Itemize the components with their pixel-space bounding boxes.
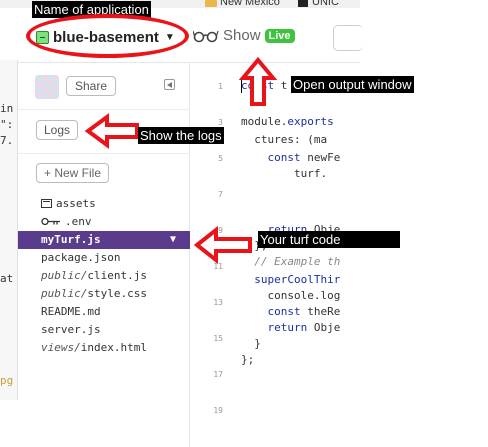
file-name: myTurf.js — [41, 233, 101, 246]
code-line: return Obje — [241, 321, 341, 334]
bookmark-folder-icon — [205, 0, 217, 7]
code-token: newFe — [300, 151, 341, 164]
code-line: console.log — [241, 289, 341, 302]
file-item-index-html[interactable]: views/index.html — [18, 339, 190, 357]
line-number: 3 — [218, 118, 223, 127]
file-name: style.css — [87, 287, 147, 300]
line-number: 11 — [213, 262, 223, 271]
avatar[interactable] — [35, 75, 59, 99]
file-item-package-json[interactable]: package.json — [18, 249, 190, 267]
sliver-text: pg — [0, 374, 14, 387]
code-token: Obje — [307, 321, 341, 334]
sliver-text: ": — [0, 118, 14, 131]
live-badge: Live — [264, 28, 295, 43]
code-comment: // Example th — [241, 255, 341, 268]
annotation-show-logs: Show the logs — [138, 127, 224, 144]
line-number: 13 — [213, 298, 223, 307]
file-name: client.js — [87, 269, 147, 282]
line-number: 5 — [218, 154, 223, 163]
file-dir: views/ — [41, 341, 81, 354]
sliver-text: at — [0, 272, 14, 285]
file-item-client-js[interactable]: public/client.js — [18, 267, 190, 285]
sliver-text: 7. — [0, 134, 14, 147]
logs-button[interactable]: Logs — [36, 120, 79, 140]
show-label: Show — [223, 27, 261, 44]
share-button[interactable]: Share — [66, 76, 117, 96]
code-line: ctures: (ma — [241, 133, 328, 146]
annotation-ellipse — [26, 14, 189, 58]
sliver-text: in — [0, 102, 14, 115]
show-button[interactable]: Show Live — [193, 27, 295, 44]
collapse-sidebar-icon[interactable] — [164, 79, 175, 90]
code-token: const — [267, 151, 301, 164]
code-line: superCoolThir — [241, 273, 341, 286]
bookmark-unic-icon — [298, 0, 308, 7]
code-token: theRe — [300, 305, 341, 318]
file-item-env[interactable]: .env — [18, 213, 190, 231]
file-item-assets[interactable]: assets — [18, 195, 190, 213]
file-name: index.html — [80, 341, 147, 354]
line-number: 19 — [213, 406, 223, 415]
file-name: .env — [65, 215, 92, 228]
annotation-turf-code: Your turf code — [258, 231, 400, 248]
file-dir: public/ — [41, 269, 88, 282]
file-name: server.js — [41, 323, 101, 336]
annotation-output-window: Open output window — [291, 76, 414, 93]
file-dir: public/ — [41, 287, 88, 300]
background-window-sliver: in ": 7. at pg — [0, 60, 18, 400]
sidebar-divider — [18, 109, 190, 110]
line-number: 7 — [218, 190, 223, 199]
code-token: return — [267, 321, 308, 334]
code-line: const newFe — [241, 151, 341, 164]
file-name: package.json — [41, 251, 121, 264]
file-item-server-js[interactable]: server.js — [18, 321, 190, 339]
header-menu-button[interactable] — [333, 25, 363, 51]
chevron-down-icon[interactable]: ▼ — [170, 231, 176, 249]
annotation-arrow-left — [193, 225, 252, 265]
code-token: t — [274, 79, 288, 92]
file-item-readme[interactable]: README.md — [18, 303, 190, 321]
file-item-myturf[interactable]: myTurf.js ▼ — [18, 231, 190, 249]
glasses-icon — [193, 30, 219, 42]
new-file-button[interactable]: + New File — [36, 163, 110, 183]
bookmark-unic[interactable]: UNIC — [312, 0, 339, 8]
sidebar-divider — [18, 153, 190, 154]
code-line: }; — [241, 353, 255, 366]
code-token: const — [267, 305, 301, 318]
line-number: 15 — [213, 334, 223, 343]
line-number: 17 — [213, 370, 223, 379]
code-line: } — [241, 337, 261, 350]
line-number: 1 — [218, 82, 223, 91]
code-token: module. — [241, 115, 288, 128]
folder-icon — [41, 199, 52, 208]
annotation-arrow-left — [84, 113, 139, 149]
file-list: assets .env myTurf.js ▼ package.json pub… — [18, 195, 190, 357]
file-name: README.md — [41, 305, 101, 318]
code-token: exports — [287, 115, 334, 128]
code-line: const theRe — [241, 305, 341, 318]
annotation-arrow-up — [238, 56, 278, 106]
key-icon — [41, 217, 60, 226]
file-name: assets — [56, 197, 96, 210]
file-item-style-css[interactable]: public/style.css — [18, 285, 190, 303]
bookmark-new-mexico[interactable]: New Mexico — [220, 0, 280, 8]
code-line: module.exports — [241, 115, 334, 128]
code-line: turf. — [241, 167, 328, 180]
